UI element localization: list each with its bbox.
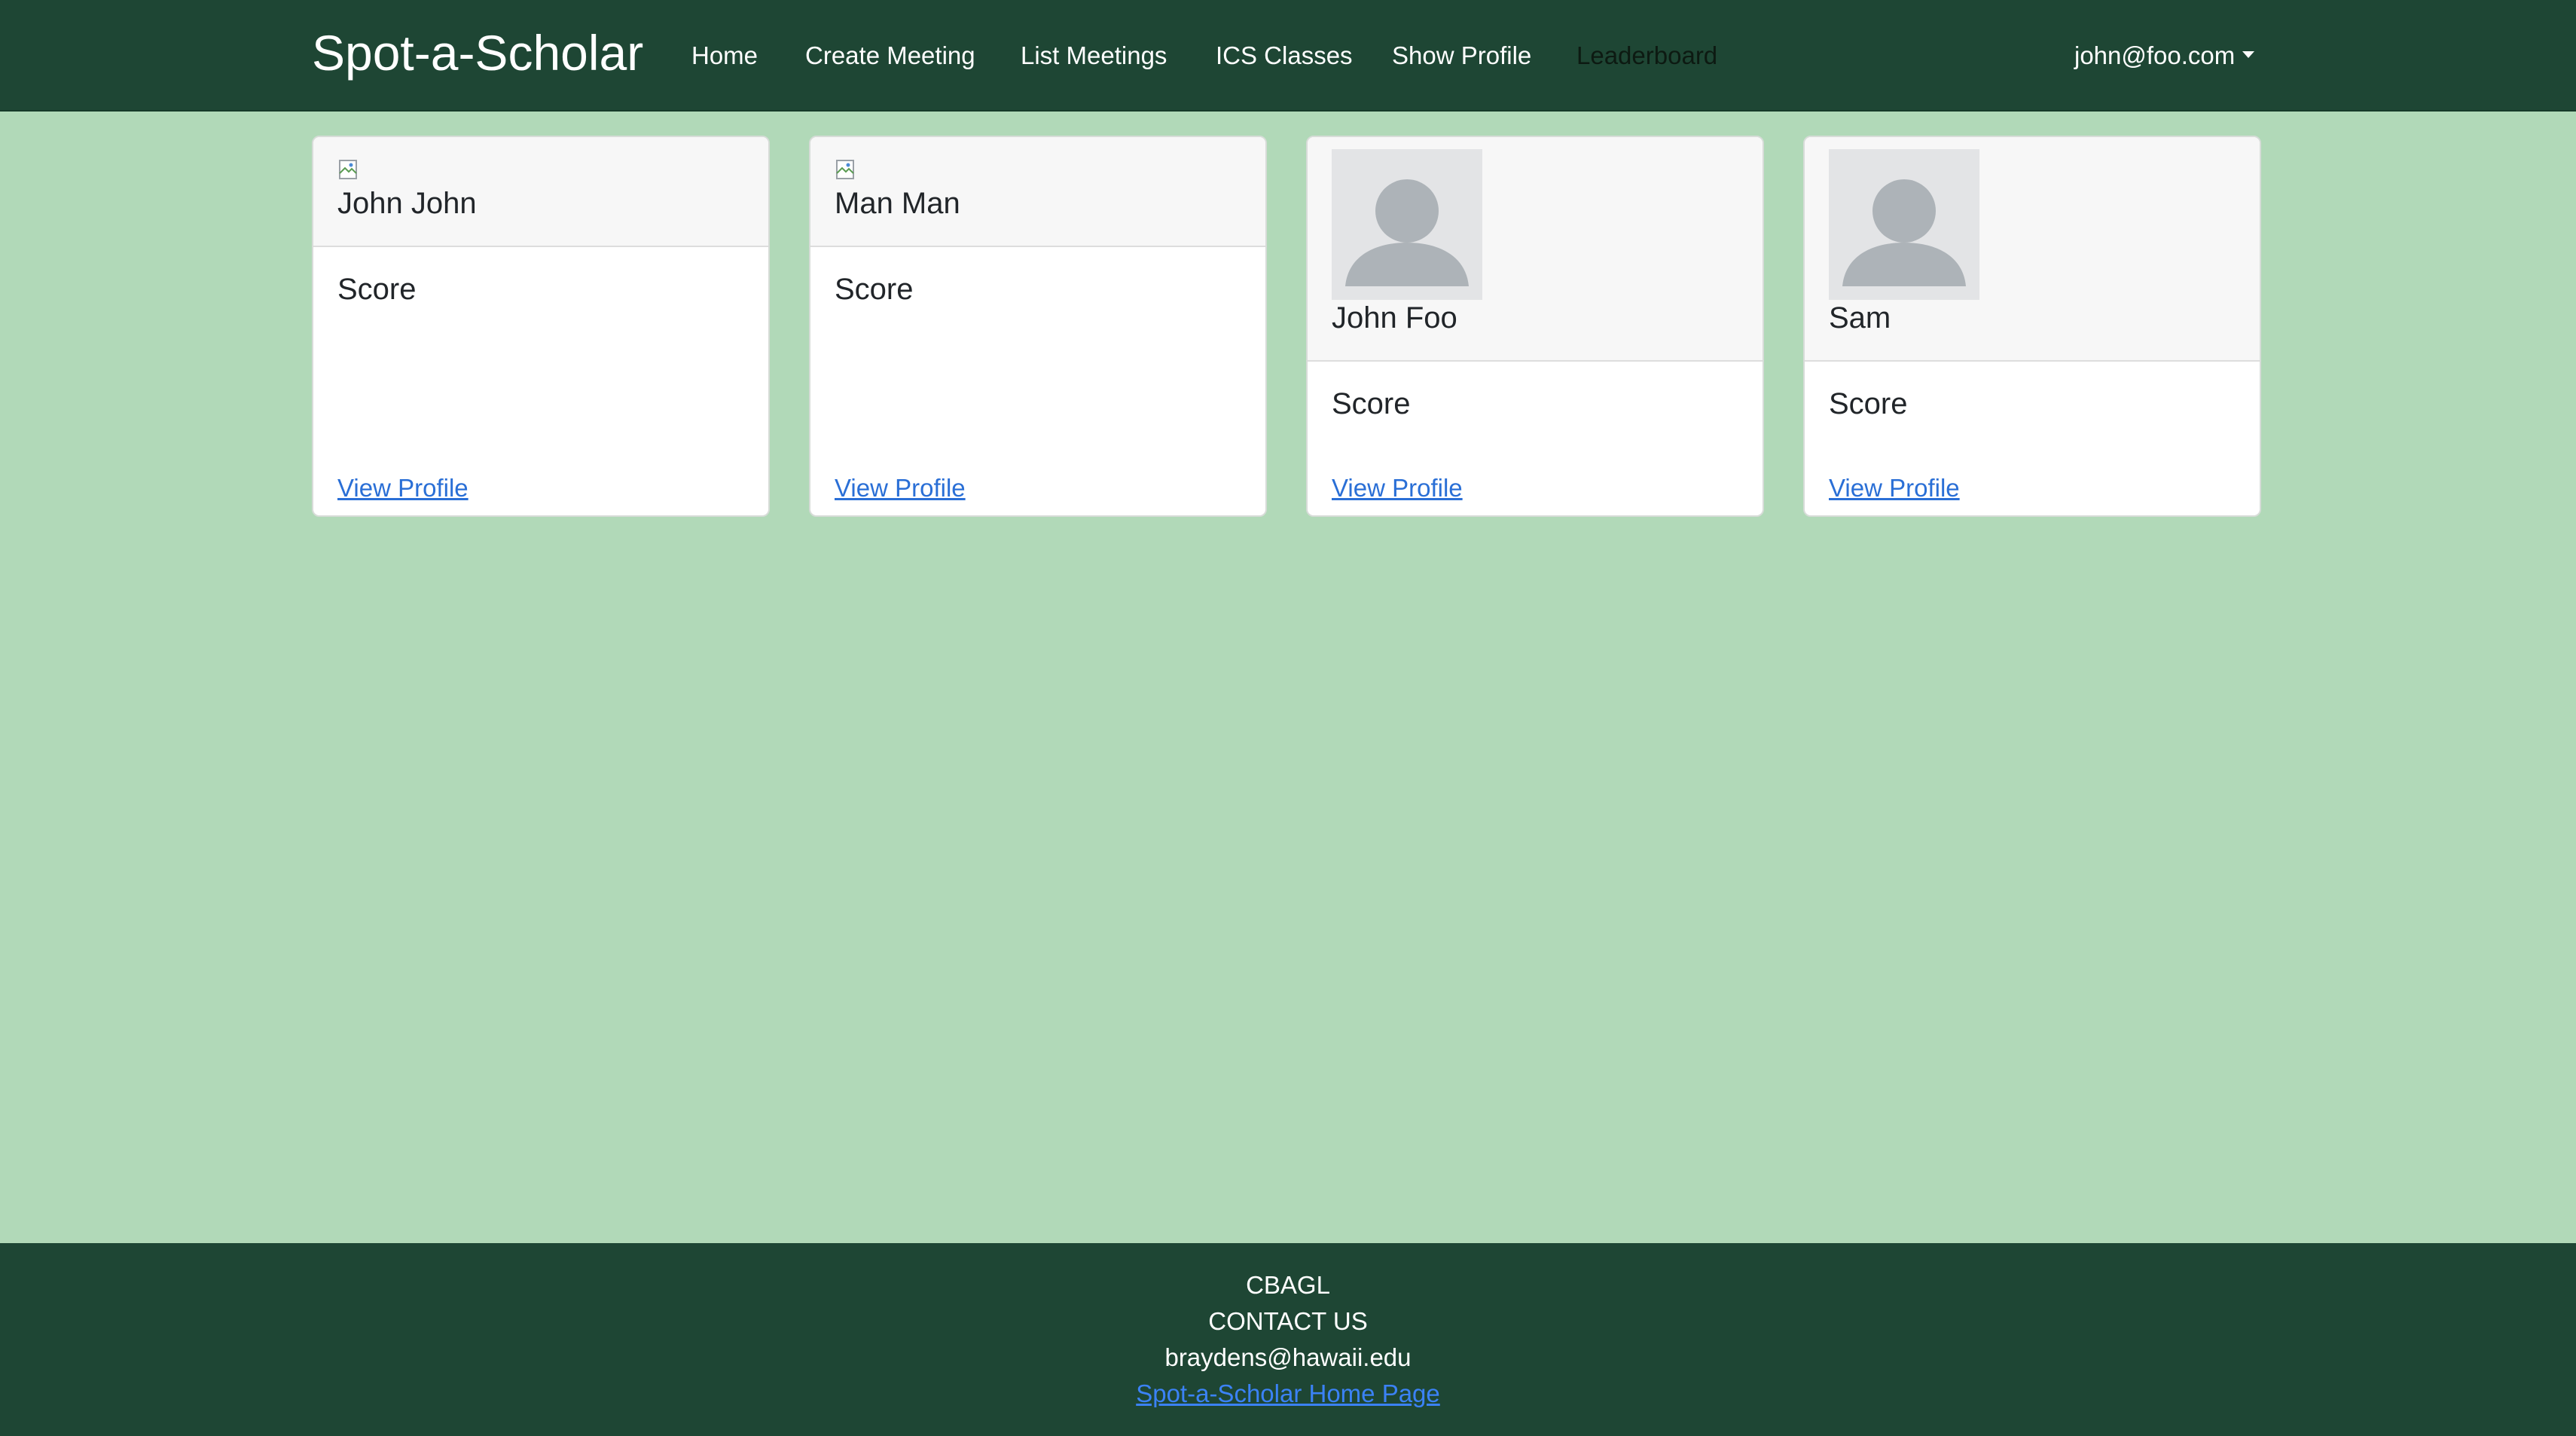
leaderboard-card: John Foo Score View Profile xyxy=(1306,136,1764,517)
top-navbar: Spot-a-Scholar Home Create Meeting List … xyxy=(0,0,2576,112)
nav-list-meetings[interactable]: List Meetings xyxy=(1021,38,1167,74)
view-profile-link[interactable]: View Profile xyxy=(1332,470,1463,506)
view-profile-link[interactable]: View Profile xyxy=(1829,470,1960,506)
leaderboard-card: Sam Score View Profile xyxy=(1803,136,2261,517)
view-profile-link[interactable]: View Profile xyxy=(337,470,469,506)
brand-logo[interactable]: Spot-a-Scholar xyxy=(312,17,643,89)
broken-image-icon xyxy=(339,160,357,179)
card-name: John John xyxy=(337,187,477,220)
footer-email: braydens@hawaii.edu xyxy=(1164,1343,1412,1371)
footer-link-row: Spot-a-Scholar Home Page xyxy=(0,1376,2576,1412)
card-score-label: Score xyxy=(337,273,417,306)
card-header: John John xyxy=(313,137,768,247)
leaderboard-card: Man Man Score View Profile xyxy=(809,136,1267,517)
home-page-link[interactable]: Spot-a-Scholar Home Page xyxy=(1136,1379,1440,1407)
card-score-label: Score xyxy=(1829,387,1908,420)
card-header: Sam xyxy=(1805,137,2260,362)
caret-down-icon xyxy=(2242,50,2255,58)
card-score-label: Score xyxy=(835,273,914,306)
card-name: Man Man xyxy=(835,187,960,220)
footer-org: CBAGL xyxy=(1246,1271,1330,1299)
card-name: John Foo xyxy=(1332,301,1457,335)
card-header: Man Man xyxy=(810,137,1265,247)
leaderboard-card: John John Score View Profile xyxy=(312,136,770,517)
default-avatar-icon xyxy=(1829,149,1979,300)
nav-create-meeting[interactable]: Create Meeting xyxy=(805,38,975,74)
nav-home[interactable]: Home xyxy=(691,38,758,74)
nav-leaderboard[interactable]: Leaderboard xyxy=(1576,38,1717,74)
nav-show-profile[interactable]: Show Profile xyxy=(1392,38,1531,74)
card-name: Sam xyxy=(1829,301,1891,335)
footer: CBAGL CONTACT US braydens@hawaii.edu Spo… xyxy=(0,1243,2576,1436)
nav-ics-classes[interactable]: ICS Classes xyxy=(1216,38,1353,74)
footer-contact-heading: CONTACT US xyxy=(1208,1307,1368,1335)
broken-image-icon xyxy=(836,160,854,179)
user-dropdown[interactable]: john@foo.com xyxy=(2074,38,2255,74)
card-score-label: Score xyxy=(1332,387,1411,420)
default-avatar-icon xyxy=(1332,149,1482,300)
view-profile-link[interactable]: View Profile xyxy=(835,470,966,506)
user-email: john@foo.com xyxy=(2074,41,2236,69)
card-header: John Foo xyxy=(1308,137,1763,362)
